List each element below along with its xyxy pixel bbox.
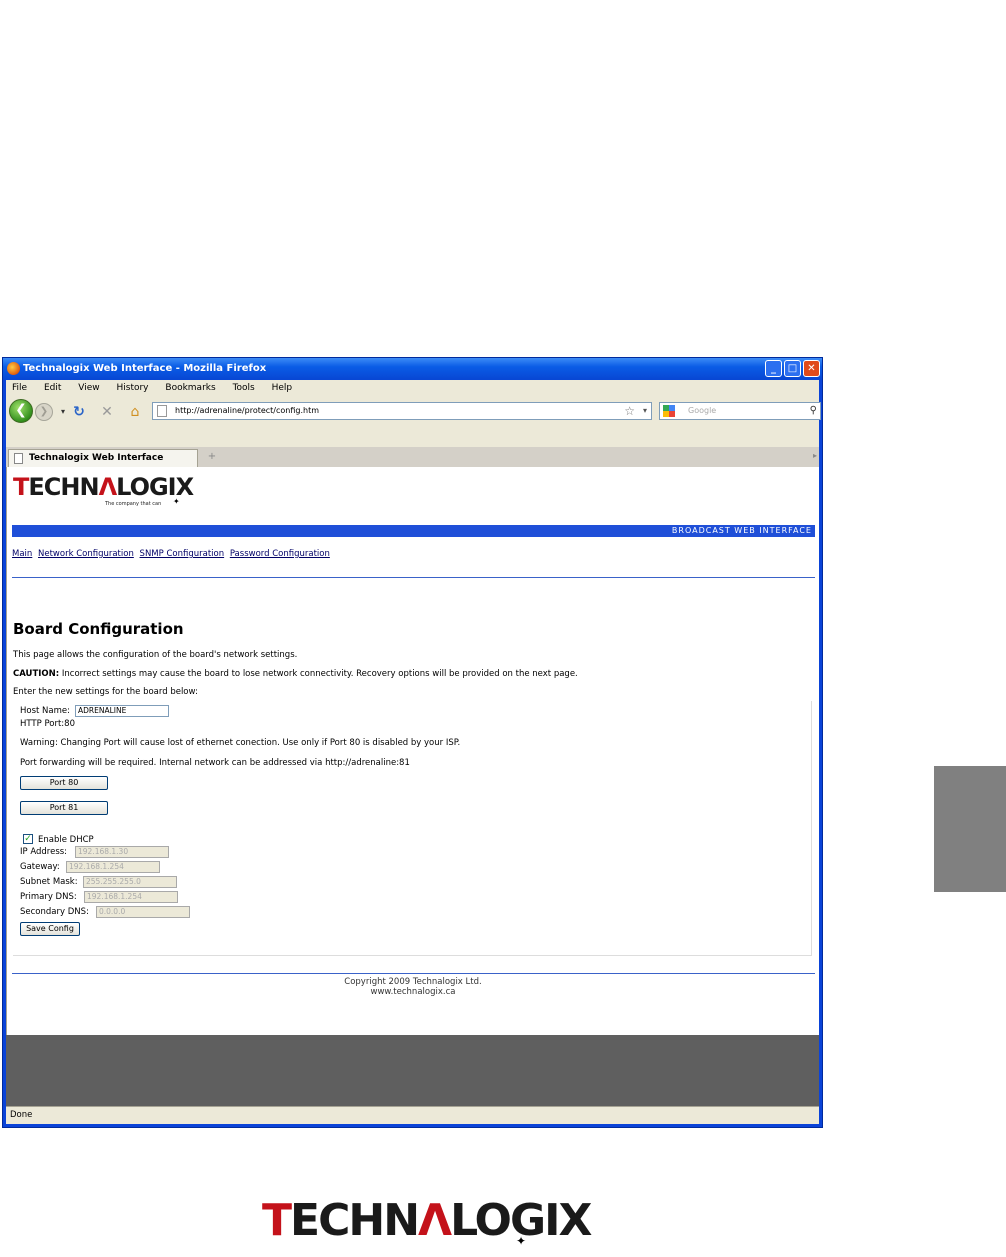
port-81-button[interactable]: Port 81 xyxy=(20,801,108,815)
intro-text: This page allows the configuration of th… xyxy=(13,650,298,660)
menu-view[interactable]: View xyxy=(78,383,99,393)
divider xyxy=(12,577,815,578)
host-name-label: Host Name: xyxy=(20,706,70,716)
menu-tools[interactable]: Tools xyxy=(233,383,255,393)
google-icon[interactable] xyxy=(663,405,675,417)
site-nav: Main Network Configuration SNMP Configur… xyxy=(12,549,333,559)
menu-help[interactable]: Help xyxy=(272,383,293,393)
checkmark-icon: ✓ xyxy=(24,834,32,844)
logo-wordmark: TECHNΛLOGIX xyxy=(13,473,194,501)
url-text: http://adrenaline/protect/config.htm xyxy=(175,406,320,415)
logo-star-icon: ✦ xyxy=(173,497,180,506)
browser-client: File Edit View History Bookmarks Tools H… xyxy=(6,380,821,1124)
side-tab-marker xyxy=(934,766,1006,892)
subnet-mask-label: Subnet Mask: xyxy=(20,877,78,887)
forward-arrow-icon: ❯ xyxy=(39,406,49,417)
search-icon[interactable]: ⚲ xyxy=(810,403,817,419)
copyright-text: Copyright 2009 Technalogix Ltd. xyxy=(344,977,482,987)
port-warning: Warning: Changing Port will cause lost o… xyxy=(20,738,461,748)
page-icon xyxy=(157,405,167,417)
browser-window: Technalogix Web Interface - Mozilla Fire… xyxy=(2,357,823,1128)
dhcp-label: Enable DHCP xyxy=(38,835,94,845)
page-icon xyxy=(14,453,23,464)
host-name-input[interactable]: ADRENALINE xyxy=(75,705,169,717)
tab-label: Technalogix Web Interface xyxy=(29,453,164,463)
gateway-label: Gateway: xyxy=(20,862,60,872)
menu-history[interactable]: History xyxy=(116,383,148,393)
empty-viewport-area xyxy=(6,1035,819,1106)
stop-icon[interactable]: ✕ xyxy=(98,403,116,421)
secondary-dns-input[interactable]: 0.0.0.0 xyxy=(96,906,190,918)
bookmarks-toolbar xyxy=(6,426,819,442)
window-title: Technalogix Web Interface - Mozilla Fire… xyxy=(23,363,267,374)
http-port-label: HTTP Port:80 xyxy=(20,719,75,729)
logo-tagline: The company that can xyxy=(105,501,162,507)
nav-link-password[interactable]: Password Configuration xyxy=(230,549,330,559)
footer-divider xyxy=(12,973,815,974)
caution-label: CAUTION: xyxy=(13,669,60,679)
bookmark-star-icon[interactable]: ☆ xyxy=(624,403,635,419)
primary-dns-input[interactable]: 192.168.1.254 xyxy=(84,891,178,903)
enter-text: Enter the new settings for the board bel… xyxy=(13,687,198,697)
bottom-logo-star-icon: ✦ xyxy=(516,1234,527,1248)
url-dropdown-icon[interactable]: ▾ xyxy=(643,403,647,419)
forward-button[interactable]: ❯ xyxy=(35,403,53,421)
menu-edit[interactable]: Edit xyxy=(44,383,61,393)
search-placeholder: Google xyxy=(688,406,717,415)
new-tab-button[interactable]: + xyxy=(202,449,222,465)
tab-technalogix[interactable]: Technalogix Web Interface xyxy=(8,449,198,467)
url-bar[interactable]: http://adrenaline/protect/config.htm ☆ ▾ xyxy=(152,402,652,420)
title-bar: Technalogix Web Interface - Mozilla Fire… xyxy=(3,358,822,380)
port-80-button[interactable]: Port 80 xyxy=(20,776,108,790)
technalogix-logo: TECHNΛLOGIX The company that can ✦ xyxy=(13,473,194,513)
tab-scroll-icon[interactable]: ▸ xyxy=(813,451,817,460)
header-banner: BROADCAST WEB INTERFACE xyxy=(12,525,815,537)
footer: Copyright 2009 Technalogix Ltd. www.tech… xyxy=(7,977,819,997)
reload-icon[interactable]: ↻ xyxy=(70,403,88,421)
gateway-input[interactable]: 192.168.1.254 xyxy=(66,861,160,873)
port-forward-note: Port forwarding will be required. Intern… xyxy=(20,758,410,768)
caution-text: CAUTION: Incorrect settings may cause th… xyxy=(13,669,578,679)
config-form: Host Name: ADRENALINE HTTP Port:80 Warni… xyxy=(13,701,812,956)
maximize-button[interactable]: □ xyxy=(784,360,801,377)
back-arrow-icon: ❮ xyxy=(15,402,27,418)
tab-strip: Technalogix Web Interface + ▸ xyxy=(6,447,819,468)
dhcp-checkbox[interactable]: ✓ xyxy=(23,834,33,844)
primary-dns-label: Primary DNS: xyxy=(20,892,77,902)
caution-body: Incorrect settings may cause the board t… xyxy=(59,669,578,679)
navigation-toolbar: ❮ ❯ ▾ ↻ ✕ ⌂ http://adrenaline/protect/co… xyxy=(6,396,821,426)
page-title: Board Configuration xyxy=(13,620,184,638)
site-url-text: www.technalogix.ca xyxy=(370,987,456,997)
ip-address-input[interactable]: 192.168.1.30 xyxy=(75,846,169,858)
firefox-icon xyxy=(7,362,20,375)
close-button[interactable]: ✕ xyxy=(803,360,820,377)
secondary-dns-label: Secondary DNS: xyxy=(20,907,89,917)
menu-bookmarks[interactable]: Bookmarks xyxy=(165,383,215,393)
bottom-logo-wordmark: TECHNΛLOGIX xyxy=(262,1195,592,1246)
nav-link-main[interactable]: Main xyxy=(12,549,32,559)
page-content: TECHNΛLOGIX The company that can ✦ BROAD… xyxy=(6,467,819,1035)
subnet-mask-input[interactable]: 255.255.255.0 xyxy=(83,876,177,888)
search-box[interactable]: Google ⚲ xyxy=(659,402,821,420)
nav-link-network[interactable]: Network Configuration xyxy=(38,549,134,559)
home-icon[interactable]: ⌂ xyxy=(126,403,144,421)
menu-bar: File Edit View History Bookmarks Tools H… xyxy=(6,380,819,396)
save-config-button[interactable]: Save Config xyxy=(20,922,80,936)
status-bar: Done xyxy=(6,1106,819,1124)
ip-address-label: IP Address: xyxy=(20,847,68,857)
menu-file[interactable]: File xyxy=(12,383,27,393)
minimize-button[interactable]: _ xyxy=(765,360,782,377)
bottom-technalogix-logo: TECHNΛLOGIX ✦ xyxy=(262,1195,592,1249)
back-button[interactable]: ❮ xyxy=(9,399,33,423)
nav-link-snmp[interactable]: SNMP Configuration xyxy=(140,549,225,559)
